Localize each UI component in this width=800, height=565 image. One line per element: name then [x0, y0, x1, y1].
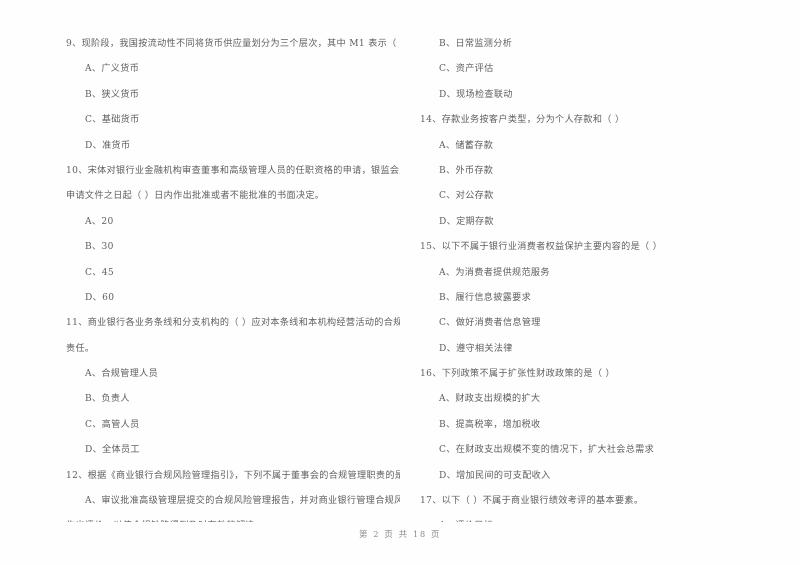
question-option: D、全体员工: [85, 445, 140, 456]
question-option: B、履行信息披露要求: [439, 292, 532, 303]
question-stem: 15、以下不属于银行业消费者权益保护主要内容的是（ ）: [420, 242, 663, 253]
question-option: C、资产评估: [439, 64, 494, 75]
question-stem: 14、存款业务按客户类型，分为个人存款和（ ）: [420, 115, 625, 126]
question-option: C、45: [85, 267, 115, 278]
question-stem-continuation: 申请文件之日起（ ）日内作出批准或者不能批准的书面决定。: [66, 191, 325, 202]
question-option: A、合规管理人员: [85, 369, 159, 380]
question-stem-continuation: 责任。: [66, 343, 95, 354]
page-footer: 第 2 页 共 18 页: [359, 529, 441, 539]
exam-page: 9、现阶段，我国按流动性不同将货币供应量划分为三个层次，其中 M1 表示（ ） A…: [0, 0, 800, 565]
question-option: A、审议批准高级管理层提交的合规风险管理报告，并对商业银行管理合规风险的有效性: [85, 496, 400, 507]
question-option: B、30: [85, 242, 114, 253]
question-option: D、准货币: [85, 140, 131, 151]
question-option: C、对公存款: [439, 191, 494, 202]
question-option: B、日常监测分析: [439, 39, 513, 49]
question-stem: 17、以下（ ）不属于商业银行绩效考评的基本要素。: [420, 496, 644, 507]
question-stem: 10、宋体对银行业金融机构审查董事和高级管理人员的任职资格的申请，银监会应当在自…: [66, 165, 400, 176]
question-option: A、评价目标: [420, 514, 760, 522]
question-option: A、财政支出规模的扩大: [439, 394, 541, 405]
question-option: D、现场检查联动: [439, 89, 513, 100]
question-stem: 12、根据《商业银行合规风险管理指引》，下列不属于董事会的合规管理职责的是（ ）: [66, 470, 400, 481]
question-option: B、提高税率，增加税收: [439, 419, 541, 430]
question-option: A、储蓄存款: [439, 140, 494, 151]
question-option: D、增加民间的可支配收入: [439, 470, 551, 481]
question-option: A、广义货币: [85, 64, 140, 75]
question-option: B、狭义货币: [85, 89, 140, 100]
question-option: C、基础货币: [85, 115, 140, 126]
question-option: A、20: [85, 216, 114, 227]
right-column: B、日常监测分析 C、资产评估 D、现场检查联动 14、存款业务按客户类型，分为个人存…: [400, 32, 800, 522]
question-stem: 11、商业银行各业务条线和分支机构的（ ）应对本条线和本机构经营活动的合规性负首…: [66, 318, 400, 329]
question-option: C、做好消费者信息管理: [439, 318, 541, 329]
question-stem: 9、现阶段，我国按流动性不同将货币供应量划分为三个层次，其中 M1 表示（ ）: [66, 39, 400, 49]
question-option-continuation: 作出评价，以使合规缺陷得到及时有效的解决: [66, 514, 394, 522]
question-stem: 16、下列政策不属于扩张性财政政策的是（ ）: [420, 369, 615, 380]
question-option: D、遵守相关法律: [439, 343, 513, 354]
question-option: D、定期存款: [439, 216, 494, 227]
question-option: C、高管人员: [85, 419, 140, 430]
question-option: B、负责人: [85, 394, 130, 405]
question-option: B、外币存款: [439, 165, 494, 176]
question-option: A、为消费者提供规范服务: [439, 267, 550, 278]
left-column: 9、现阶段，我国按流动性不同将货币供应量划分为三个层次，其中 M1 表示（ ） A…: [0, 32, 400, 522]
two-column-body: 9、现阶段，我国按流动性不同将货币供应量划分为三个层次，其中 M1 表示（ ） A…: [0, 32, 800, 522]
question-option: C、在财政支出规模不变的情况下，扩大社会总需求: [439, 445, 655, 456]
question-option: D、60: [85, 292, 115, 303]
